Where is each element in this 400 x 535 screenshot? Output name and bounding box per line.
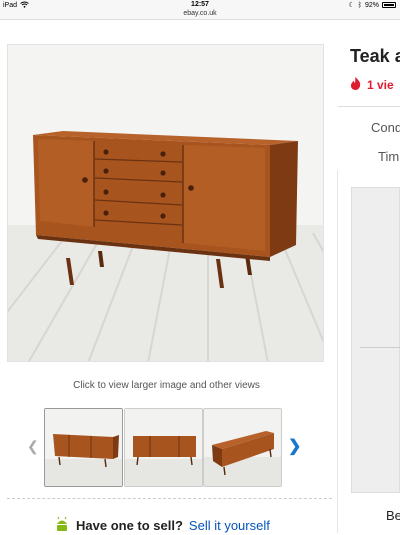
thumbnail-3-image (204, 409, 281, 486)
image-hint: Click to view larger image and other vie… (73, 380, 260, 391)
time-label: Tim (378, 149, 400, 164)
bluetooth-icon: ᛒ (357, 1, 362, 9)
chevron-left-icon[interactable]: ❮ (27, 438, 39, 455)
right-separator (338, 106, 400, 107)
status-right: ☾ ᛒ 92% (348, 1, 396, 9)
thumbnail-2[interactable] (124, 408, 203, 487)
main-product-image[interactable] (7, 44, 324, 362)
thumbnail-2-image (125, 409, 202, 486)
android-icon (54, 516, 70, 535)
views-count: 1 vie (367, 78, 394, 92)
status-bar: iPad 12:57 ebay.co.uk ☾ ᛒ 92% (0, 0, 400, 20)
divider (7, 498, 332, 499)
thumbnail-1[interactable] (44, 408, 123, 487)
status-time: 12:57 (191, 1, 209, 8)
listing-title: Teak a (350, 46, 400, 66)
flame-icon (350, 77, 361, 93)
sell-row: Have one to sell? Sell it yourself (54, 516, 270, 535)
views-indicator: 1 vie (350, 77, 394, 93)
condition-label: Cond (371, 120, 400, 135)
thumbnail-3[interactable] (203, 408, 282, 487)
bottom-label: Be (386, 508, 400, 523)
moon-icon: ☾ (348, 2, 355, 9)
chevron-right-icon[interactable]: ❯ (288, 436, 301, 456)
right-column-border (337, 170, 338, 533)
sell-question: Have one to sell? (76, 518, 183, 533)
battery-percent: 92% (364, 1, 379, 9)
battery-icon (382, 2, 396, 8)
buy-panel-divider (360, 347, 400, 348)
address-url[interactable]: ebay.co.uk (0, 10, 400, 17)
sideboard-photo (8, 45, 323, 361)
buy-panel (351, 187, 400, 493)
thumbnail-1-image (45, 409, 122, 486)
sell-link[interactable]: Sell it yourself (189, 518, 270, 533)
